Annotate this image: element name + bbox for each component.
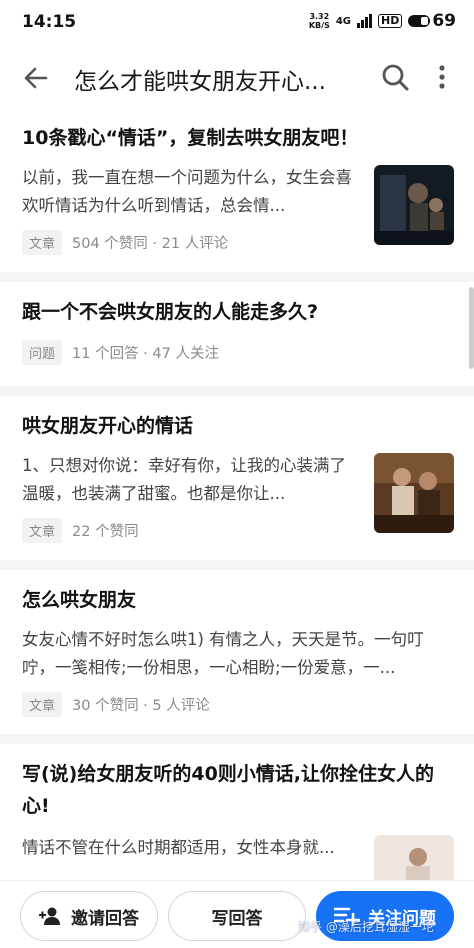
network-speed: 3.32 KB/S bbox=[309, 12, 330, 30]
card-title[interactable]: 10条戳心“情话”，复制去哄女朋友吧！ bbox=[22, 122, 358, 154]
content-type-tag: 文章 bbox=[22, 518, 63, 543]
network-speed-unit: KB/S bbox=[308, 21, 330, 30]
signal-type-label: 4G bbox=[335, 15, 351, 27]
search-results-feed: 10条戳心“情话”，复制去哄女朋友吧！ 以前，我一直在想一个问题为什么，女生会喜… bbox=[0, 108, 474, 915]
result-card[interactable]: 哄女朋友开心的情话 1、只想对你说：幸好有你，让我的心装满了温暖，也装满了甜蜜。… bbox=[0, 396, 474, 560]
status-time: 14:15 bbox=[22, 12, 77, 32]
card-stats: 504 个赞同 · 21 人评论 bbox=[72, 236, 229, 252]
result-card[interactable]: 怎么哄女朋友 女友心情不好时怎么哄1) 有情之人，天天是节。一句叮咛，一笺相传;… bbox=[0, 570, 474, 734]
invite-answer-button[interactable]: 邀请回答 bbox=[20, 891, 158, 941]
card-stats: 30 个赞同 · 5 人评论 bbox=[72, 698, 210, 714]
card-excerpt: 以前，我一直在想一个问题为什么，女生会喜欢听情话为什么听到情话，总会情... bbox=[22, 168, 352, 215]
card-title[interactable]: 写(说)给女朋友听的40则小情话,让你拴住女人的心! bbox=[22, 758, 454, 822]
status-bar: 14:15 3.32 KB/S 4G HD 69 bbox=[0, 0, 474, 46]
thumbnail-image bbox=[374, 165, 454, 245]
page-title: 怎么才能哄女朋友开心... bbox=[74, 69, 326, 95]
card-meta: 文章 504 个赞同 · 21 人评论 bbox=[22, 230, 228, 255]
result-card[interactable]: 写(说)给女朋友听的40则小情话,让你拴住女人的心! 情话不管在什么时期都适用，… bbox=[0, 744, 474, 915]
card-thumbnail[interactable] bbox=[374, 165, 454, 245]
watermark-text: 知乎 @澡后挖耳湿湿一坨 bbox=[298, 920, 434, 934]
top-app-bar: 怎么才能哄女朋友开心... bbox=[0, 46, 474, 108]
content-type-tag: 文章 bbox=[22, 230, 63, 255]
card-excerpt: 1、只想对你说：幸好有你，让我的心装满了温暖，也装满了甜蜜。也都是你让... bbox=[22, 456, 346, 503]
card-meta: 文章 30 个赞同 · 5 人评论 bbox=[22, 692, 210, 717]
back-button[interactable] bbox=[18, 60, 54, 96]
battery-icon bbox=[408, 15, 431, 27]
bottom-action-bar: 邀请回答 写回答 关注问题 bbox=[0, 880, 474, 948]
card-title[interactable]: 哄女朋友开心的情话 bbox=[22, 410, 193, 442]
write-answer-button[interactable]: 写回答 bbox=[168, 891, 306, 941]
card-meta: 文章 22 个赞同 bbox=[22, 518, 139, 543]
content-type-tag: 问题 bbox=[22, 340, 63, 365]
status-indicators: 3.32 KB/S 4G HD 69 bbox=[309, 11, 456, 31]
battery-level: 69 bbox=[432, 11, 456, 31]
write-answer-label: 写回答 bbox=[211, 908, 263, 929]
card-stats: 22 个赞同 bbox=[72, 524, 139, 540]
more-vertical-icon bbox=[439, 65, 445, 89]
card-excerpt: 情话不管在什么时期都适用，女性本身就... bbox=[22, 838, 335, 857]
card-stats: 11 个回答 · 47 人关注 bbox=[72, 346, 219, 362]
card-meta: 问题 11 个回答 · 47 人关注 bbox=[22, 340, 219, 365]
card-title[interactable]: 怎么哄女朋友 bbox=[22, 584, 136, 616]
network-speed-value: 3.32 bbox=[309, 12, 330, 21]
thumbnail-image bbox=[374, 453, 454, 533]
back-arrow-icon bbox=[24, 67, 48, 89]
hd-icon: HD bbox=[377, 14, 403, 28]
signal-bars-icon bbox=[356, 14, 372, 28]
more-options-button[interactable] bbox=[430, 60, 454, 94]
search-button[interactable] bbox=[378, 60, 412, 94]
card-excerpt: 女友心情不好时怎么哄1) 有情之人，天天是节。一句叮咛，一笺相传;一份相思，一心… bbox=[22, 630, 424, 677]
result-card[interactable]: 10条戳心“情话”，复制去哄女朋友吧！ 以前，我一直在想一个问题为什么，女生会喜… bbox=[0, 108, 474, 272]
card-title[interactable]: 跟一个不会哄女朋友的人能走多久? bbox=[22, 296, 318, 328]
invite-answer-label: 邀请回答 bbox=[71, 908, 139, 929]
result-card[interactable]: 跟一个不会哄女朋友的人能走多久? 问题 11 个回答 · 47 人关注 bbox=[0, 282, 474, 386]
scrollbar-thumb[interactable] bbox=[469, 287, 474, 369]
search-icon bbox=[382, 64, 409, 91]
invite-user-icon bbox=[39, 907, 60, 925]
content-type-tag: 文章 bbox=[22, 692, 63, 717]
battery-indicator: 69 bbox=[408, 11, 456, 31]
card-thumbnail[interactable] bbox=[374, 453, 454, 533]
